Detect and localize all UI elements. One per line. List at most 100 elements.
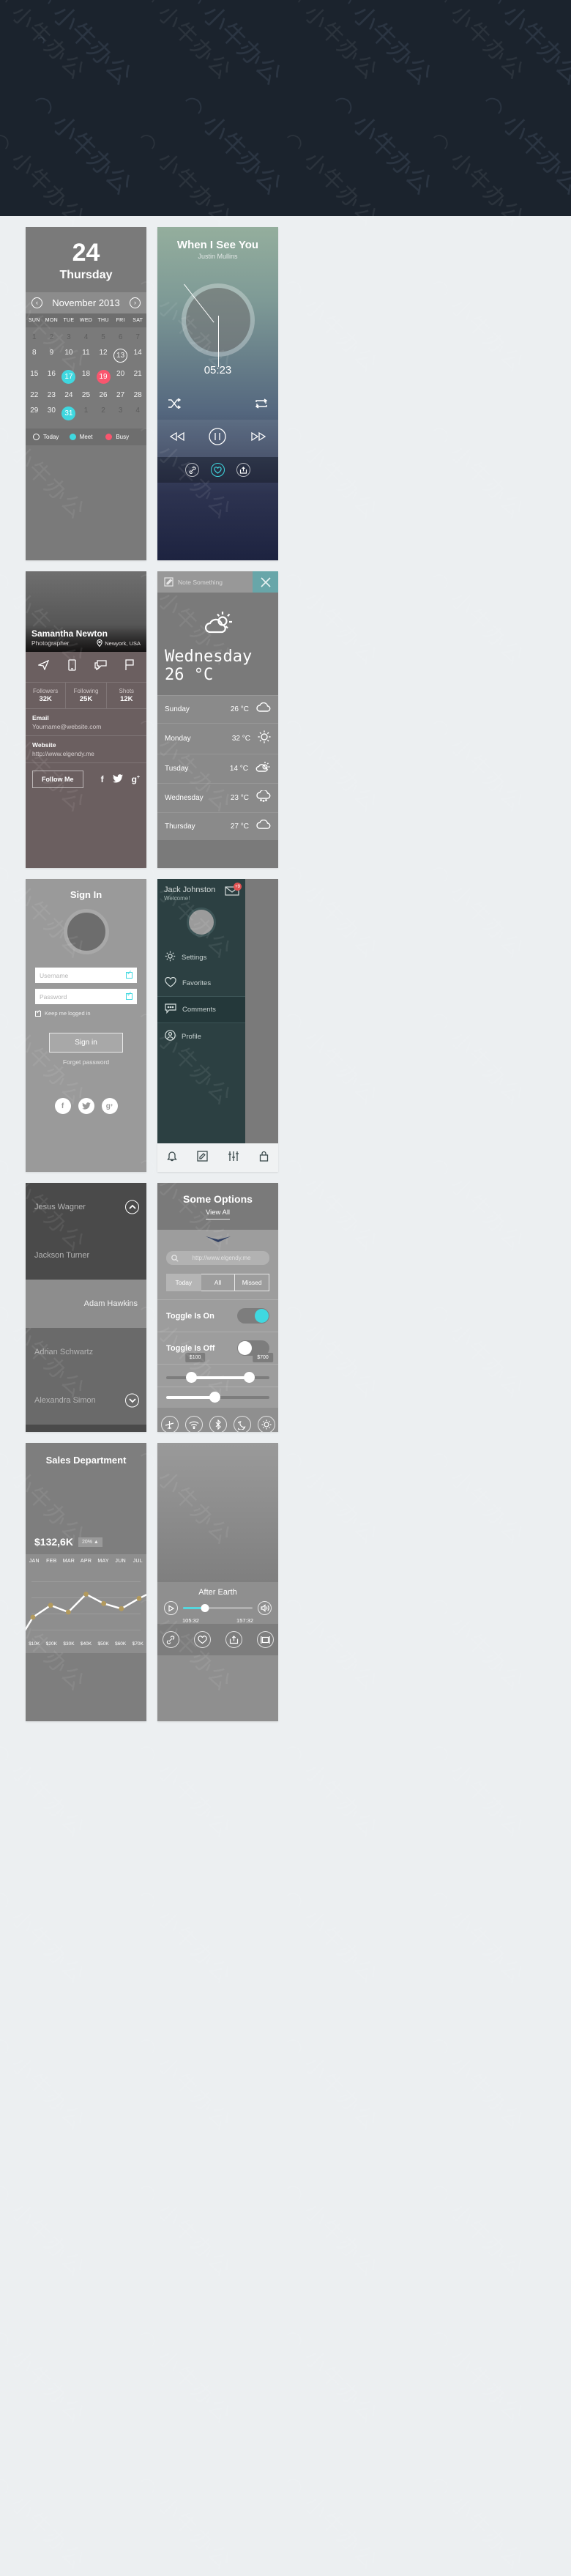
range-min-handle[interactable] [185, 1372, 197, 1383]
calendar-day-cell[interactable]: 15 [26, 366, 43, 387]
keep-logged-checkbox[interactable]: Keep me logged in [35, 1009, 137, 1017]
avatar[interactable] [63, 909, 109, 954]
link-icon[interactable] [162, 1631, 179, 1648]
segmented-control[interactable]: Today All Missed [166, 1274, 270, 1291]
calendar-day-cell[interactable]: 16 [43, 366, 61, 387]
calendar-day-cell[interactable]: 27 [112, 387, 130, 403]
range-slider[interactable]: $100 $700 [157, 1353, 278, 1387]
lock-icon[interactable] [259, 1151, 269, 1165]
play-icon[interactable] [164, 1601, 178, 1615]
note-input[interactable]: Note Something [157, 571, 253, 593]
heart-icon[interactable] [211, 463, 225, 477]
chevron-down-icon[interactable] [125, 1393, 139, 1408]
share-icon[interactable] [236, 463, 250, 477]
range-max-handle[interactable] [243, 1372, 255, 1383]
calendar-day-cell[interactable]: 29 [26, 403, 43, 424]
calendar-day-cell[interactable]: 22 [26, 387, 43, 403]
search-bar[interactable]: http://www.elgendy.me [166, 1251, 269, 1265]
sliders-icon[interactable] [228, 1151, 239, 1165]
drawer-overlay[interactable] [245, 879, 278, 1172]
mail-icon[interactable]: +9 [225, 883, 242, 899]
drawer-item-profile[interactable]: Profile [157, 1023, 245, 1050]
drawer-item-comments[interactable]: Comments [157, 996, 245, 1023]
calendar-day-cell[interactable]: 12 [94, 345, 112, 366]
chevron-up-icon[interactable] [125, 1200, 139, 1214]
toggle-on-switch[interactable] [237, 1308, 269, 1324]
calendar-day-cell[interactable]: 13 [112, 345, 130, 366]
bell-icon[interactable] [167, 1150, 178, 1165]
weather-forecast-row[interactable]: Thursday 27 °C [157, 812, 278, 840]
calendar-day-cell[interactable]: 30 [43, 403, 61, 424]
weather-forecast-row[interactable]: Tusday 14 °C [157, 753, 278, 783]
chat-icon[interactable] [94, 660, 107, 674]
share-icon[interactable] [225, 1631, 242, 1648]
segment-today[interactable]: Today [166, 1274, 201, 1291]
calendar-day-cell[interactable]: 19 [94, 366, 112, 387]
slider-handle[interactable] [209, 1392, 221, 1403]
calendar-day-cell[interactable]: 7 [129, 330, 146, 345]
video-progress-track[interactable] [183, 1604, 253, 1612]
calendar-grid[interactable]: 1 2 3 4 5 6 7 8 9 10 11 12 13 14 15 16 17 18 19 20 21 22 23 24 2… [26, 327, 146, 428]
rewind-icon[interactable] [169, 431, 185, 445]
facebook-icon[interactable]: f [101, 774, 104, 784]
twitter-icon[interactable] [78, 1098, 94, 1114]
wifi-icon[interactable] [184, 1416, 203, 1432]
drawer-avatar[interactable] [187, 907, 216, 937]
chevron-left-icon[interactable]: ‹ [31, 297, 42, 308]
list-item[interactable]: Adrian Schwartz [26, 1328, 146, 1376]
calendar-day-cell[interactable]: 11 [78, 345, 95, 366]
pause-icon[interactable] [208, 427, 227, 450]
calendar-day-cell[interactable]: 31 [60, 403, 78, 424]
brightness-icon[interactable] [257, 1416, 275, 1432]
heart-icon[interactable] [193, 1631, 211, 1648]
calendar-day-cell[interactable]: 9 [43, 345, 61, 366]
link-icon[interactable] [185, 463, 199, 477]
googleplus-icon[interactable]: g+ [132, 774, 140, 784]
username-field[interactable]: Username [35, 968, 137, 983]
weather-forecast-row[interactable]: Wednesday 23 °C [157, 782, 278, 812]
list-item[interactable]: Jackson Turner [26, 1231, 146, 1280]
forgot-password-link[interactable]: Forget password [26, 1058, 146, 1066]
volume-icon[interactable] [258, 1601, 272, 1615]
segment-missed[interactable]: Missed [235, 1274, 270, 1291]
drawer-item-favorites[interactable]: Favorites [157, 970, 245, 996]
calendar-day-cell[interactable]: 21 [129, 366, 146, 387]
calendar-day-cell[interactable]: 1 [26, 330, 43, 345]
fast-forward-icon[interactable] [250, 431, 266, 445]
close-icon[interactable] [253, 571, 278, 593]
calendar-day-cell[interactable]: 2 [43, 330, 61, 345]
calendar-day-cell[interactable]: 4 [78, 330, 95, 345]
password-field[interactable]: Password [35, 989, 137, 1004]
edit-icon[interactable] [197, 1150, 208, 1165]
view-all-link[interactable]: View All [205, 1209, 231, 1220]
send-icon[interactable] [37, 659, 50, 674]
video-progress-handle[interactable] [201, 1604, 209, 1612]
twitter-icon[interactable] [112, 773, 123, 785]
single-slider[interactable] [157, 1387, 278, 1408]
calendar-day-cell[interactable]: 2 [94, 403, 112, 424]
calendar-day-cell[interactable]: 24 [60, 387, 78, 403]
airplane-icon[interactable] [160, 1416, 179, 1432]
facebook-icon[interactable]: f [54, 1098, 71, 1114]
weather-forecast-row[interactable]: Monday 32 °C [157, 722, 278, 754]
calendar-day-cell[interactable]: 3 [112, 403, 130, 424]
weather-forecast-row[interactable]: Sunday 26 °C [157, 694, 278, 723]
calendar-day-cell[interactable]: 5 [94, 330, 112, 345]
calendar-day-cell[interactable]: 26 [94, 387, 112, 403]
fullscreen-icon[interactable] [256, 1631, 274, 1648]
calendar-day-cell[interactable]: 14 [129, 345, 146, 366]
moon-icon[interactable] [233, 1416, 251, 1432]
list-item[interactable]: Adam Hawkins [26, 1280, 146, 1328]
video-screen[interactable] [157, 1443, 278, 1582]
calendar-day-cell[interactable]: 8 [26, 345, 43, 366]
list-item[interactable]: Jesus Wagner [26, 1183, 146, 1231]
calendar-day-cell[interactable]: 4 [129, 403, 146, 424]
repeat-icon[interactable] [255, 398, 268, 412]
drawer-item-settings[interactable]: Settings [157, 944, 245, 970]
segment-all[interactable]: All [201, 1274, 236, 1291]
calendar-day-cell[interactable]: 28 [129, 387, 146, 403]
bluetooth-icon[interactable] [209, 1416, 227, 1432]
calendar-day-cell[interactable]: 6 [112, 330, 130, 345]
calendar-day-cell[interactable]: 25 [78, 387, 95, 403]
googleplus-icon[interactable]: g+ [101, 1098, 118, 1114]
